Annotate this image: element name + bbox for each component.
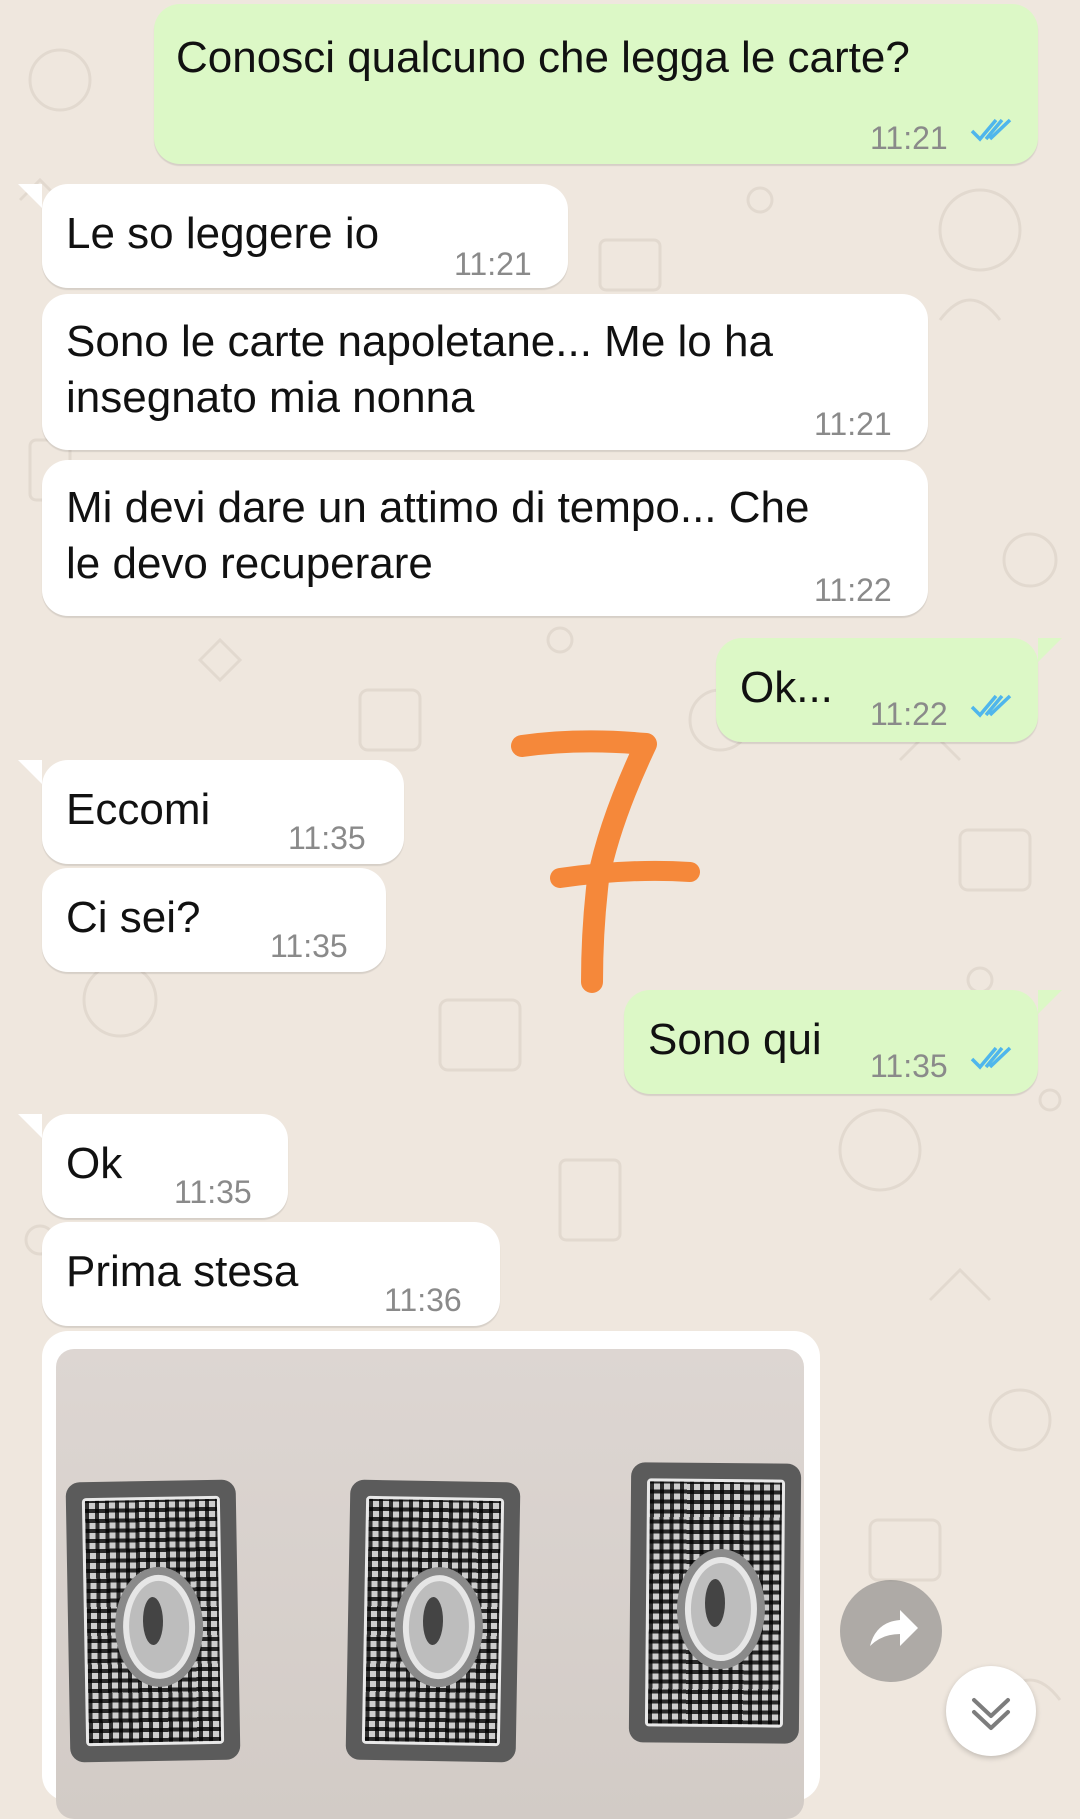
message-bubble-outgoing[interactable]: Conosci qualcuno che legga le carte? 11:…	[154, 4, 1038, 164]
message-time: 11:21	[870, 120, 948, 156]
message-bubble-outgoing[interactable]: Ok... 11:22	[716, 638, 1038, 742]
message-text: Ok...	[740, 663, 833, 712]
message-text: Ci sei?	[66, 893, 201, 942]
playing-card-back	[628, 1462, 802, 1744]
message-bubble-incoming[interactable]: Sono le carte napoletane... Me lo ha ins…	[42, 294, 928, 450]
message-text: Le so leggere io	[66, 209, 380, 258]
message-time: 11:22	[870, 696, 948, 732]
message-text-line: insegnato mia nonna	[66, 373, 475, 422]
scroll-to-bottom-button[interactable]	[946, 1666, 1036, 1756]
message-text: Conosci qualcuno che legga le carte?	[176, 33, 910, 82]
image-message-bubble[interactable]	[42, 1331, 820, 1819]
message-bubble-incoming[interactable]: Mi devi dare un attimo di tempo... Che l…	[42, 460, 928, 616]
message-time: 11:36	[384, 1282, 462, 1318]
read-receipt-icon	[970, 118, 1012, 142]
message-bubble-incoming[interactable]: Ok 11:35	[42, 1114, 288, 1218]
message-bubble-incoming[interactable]: Ci sei? 11:35	[42, 868, 386, 972]
message-bubble-incoming[interactable]: Prima stesa 11:36	[42, 1222, 500, 1326]
forward-button[interactable]	[840, 1580, 942, 1682]
bubble-tail	[1038, 638, 1062, 662]
message-text: Prima stesa	[66, 1247, 299, 1296]
message-time: 11:21	[814, 406, 892, 442]
bubble-tail	[18, 760, 42, 784]
message-text-line: le devo recuperare	[66, 539, 433, 588]
message-bubble-outgoing[interactable]: Sono qui 11:35	[624, 990, 1038, 1094]
forward-arrow-icon	[870, 1610, 918, 1646]
message-time: 11:35	[174, 1174, 252, 1210]
bubble-tail	[1038, 990, 1062, 1014]
message-time: 11:35	[270, 928, 348, 964]
playing-card-back	[65, 1479, 241, 1763]
message-time: 11:22	[814, 572, 892, 608]
message-text-line: Sono le carte napoletane... Me lo ha	[66, 317, 773, 366]
read-receipt-icon	[970, 694, 1012, 718]
bubble-tail	[18, 1114, 42, 1138]
read-receipt-icon	[970, 1046, 1012, 1070]
message-text: Eccomi	[66, 785, 211, 834]
playing-card-back	[345, 1479, 521, 1763]
bubble-tail	[18, 184, 42, 208]
message-time: 11:21	[454, 246, 532, 282]
message-bubble-incoming[interactable]: Le so leggere io 11:21	[42, 184, 568, 288]
card-spread-photo[interactable]	[56, 1349, 804, 1819]
message-text: Sono qui	[648, 1015, 822, 1064]
message-text-line: Mi devi dare un attimo di tempo... Che	[66, 483, 810, 532]
message-time: 11:35	[870, 1048, 948, 1084]
message-text: Ok	[66, 1139, 123, 1188]
message-time: 11:35	[288, 820, 366, 856]
chevron-down-icon	[972, 1698, 1010, 1730]
message-bubble-incoming[interactable]: Eccomi 11:35	[42, 760, 404, 864]
handwritten-seven-annotation	[511, 730, 700, 993]
